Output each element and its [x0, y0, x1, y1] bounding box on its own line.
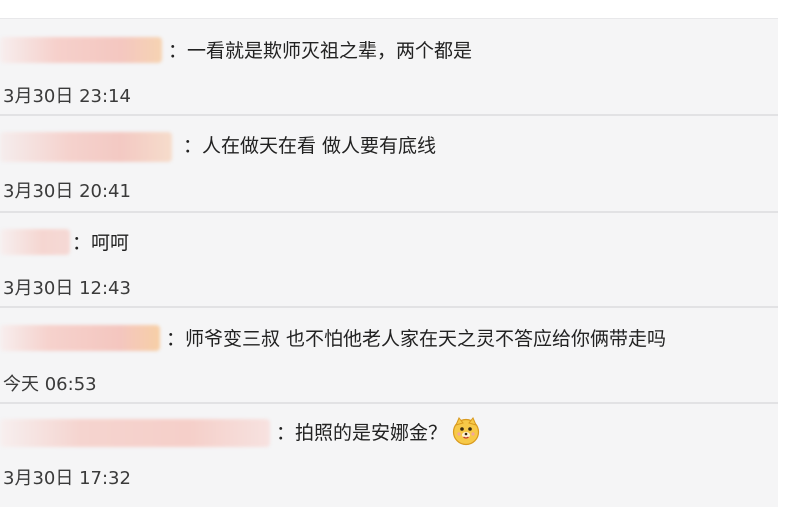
comment-list: ：一看就是欺师灭祖之辈，两个都是 3月30日 23:14 ：人在做天在看 做人要…: [0, 18, 778, 507]
blurred-username[interactable]: [0, 419, 270, 447]
comment-text: ：一看就是欺师灭祖之辈，两个都是: [168, 40, 473, 62]
screenshot-stage: ：一看就是欺师灭祖之辈，两个都是 3月30日 23:14 ：人在做天在看 做人要…: [0, 0, 800, 520]
dog-face-emoji-icon: [451, 416, 481, 446]
comment-timestamp[interactable]: 3月30日 23:14: [3, 85, 131, 109]
divider: [0, 211, 778, 213]
divider: [0, 306, 778, 308]
comment-line: ：拍照的是安娜金？: [276, 416, 481, 447]
blurred-username[interactable]: [0, 132, 172, 162]
comment-timestamp[interactable]: 3月30日 20:41: [3, 180, 131, 204]
right-margin: [778, 0, 800, 520]
blurred-username[interactable]: [0, 325, 160, 351]
comment-timestamp[interactable]: 今天 06:53: [3, 373, 97, 397]
comment-text: ：师爷变三叔 也不怕他老人家在天之灵不答应给你俩带走吗: [166, 328, 667, 350]
divider: [0, 402, 778, 404]
comment-timestamp[interactable]: 3月30日 17:32: [3, 467, 131, 491]
divider: [0, 114, 778, 116]
comment-text: ：拍照的是安娜金？: [276, 422, 448, 444]
comment-text: ：人在做天在看 做人要有底线: [183, 135, 437, 157]
comment-timestamp[interactable]: 3月30日 12:43: [3, 277, 131, 301]
comment-text: ：呵呵: [72, 232, 130, 254]
blurred-username[interactable]: [0, 37, 162, 63]
blurred-username[interactable]: [0, 229, 70, 255]
